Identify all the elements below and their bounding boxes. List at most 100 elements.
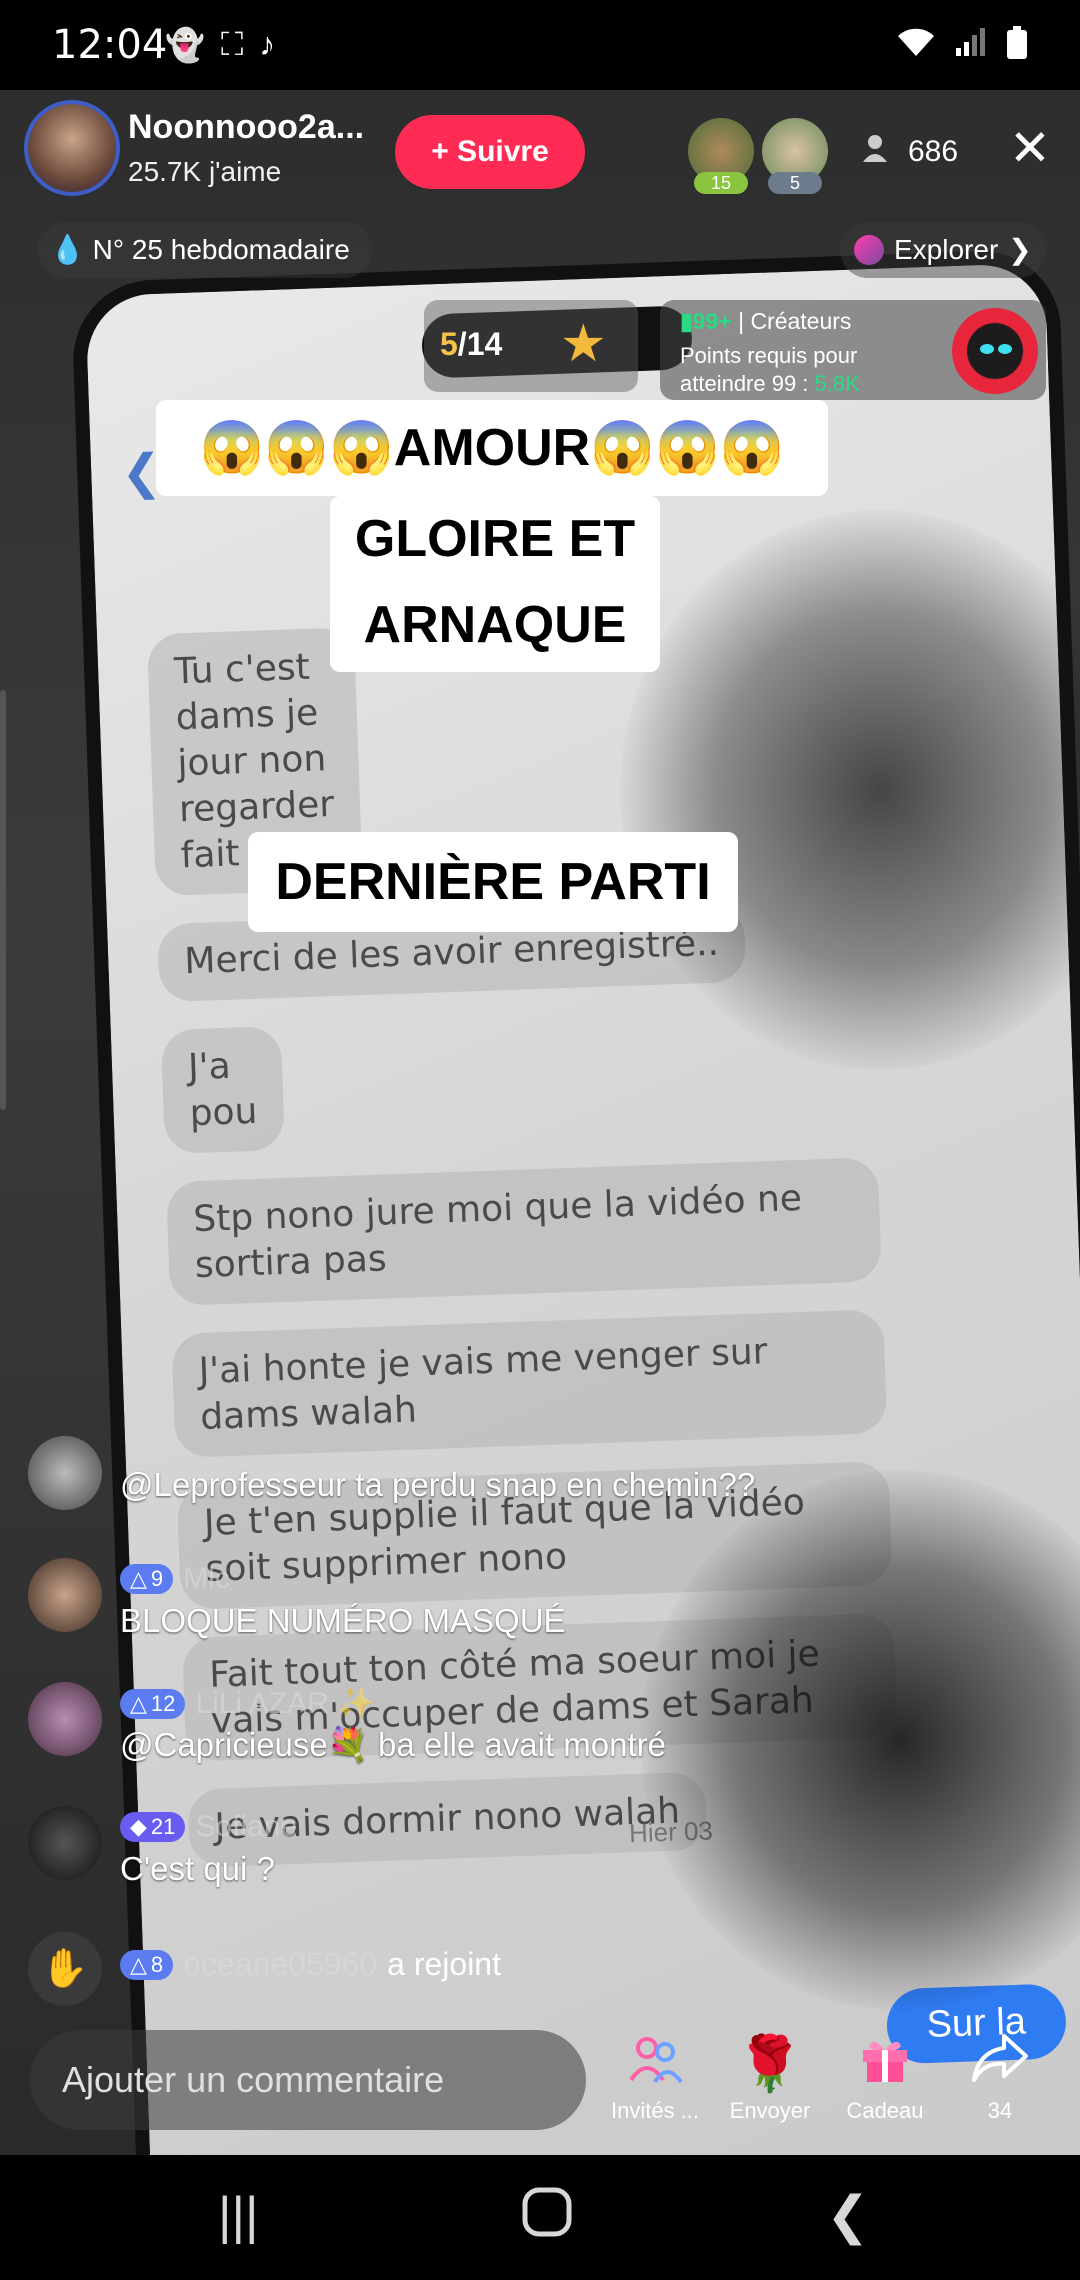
chat-avatar[interactable] <box>28 1436 102 1510</box>
system-nav-bar: ||| ❮ <box>0 2155 1080 2280</box>
chat-username[interactable]: Sofiane <box>195 1810 297 1844</box>
chat-meta: △ 12 LiLi AZAR ✨ <box>120 1686 374 1721</box>
recent-apps-button[interactable]: ||| <box>212 2185 265 2247</box>
avatar-eye <box>980 344 994 354</box>
creators-ranking-card[interactable]: ▮99+ | Créateurs Points requis pour atte… <box>660 300 1046 400</box>
chat-meta: △ 9 Mlc <box>120 1562 230 1596</box>
points-line2: atteindre 99 : <box>680 371 815 396</box>
chat-username[interactable]: LiLi AZAR ✨ <box>195 1686 374 1721</box>
level-value: 9 <box>150 1566 164 1591</box>
diamond-icon: ◆ <box>130 1814 147 1839</box>
phone-message-line: dams je <box>175 692 319 739</box>
status-icons-right <box>896 26 1028 68</box>
rose-icon: 🌹 <box>736 2034 804 2094</box>
avatar-eye <box>998 344 1012 354</box>
back-button[interactable]: ❮ <box>820 2185 876 2247</box>
caption-title: 😱😱😱AMOUR😱😱😱 <box>156 400 828 496</box>
caption-subtitle-line1: GLOIRE ET <box>354 510 636 568</box>
close-button[interactable]: ✕ <box>1003 118 1057 178</box>
send-label: Envoyer <box>729 2098 811 2123</box>
invite-button[interactable]: Invités ... <box>600 2030 710 2124</box>
points-value: 5.8K <box>814 371 860 396</box>
invite-icon <box>600 2030 710 2098</box>
chat-meta: ◆ 21 Sofiane <box>120 1810 297 1844</box>
level-badge: ◆ 21 <box>120 1812 186 1842</box>
screenshot-icon: ⛶ <box>220 26 244 62</box>
signal-icon <box>954 26 988 68</box>
phone-message-line: jour non <box>176 738 327 785</box>
gift-button[interactable]: Cadeau <box>830 2030 940 2124</box>
phone-message-row: J'ai honte je vais me venger sur dams wa… <box>171 1308 916 1486</box>
weekly-rank-pill[interactable]: 💧 N° 25 hebdomadaire <box>38 222 372 278</box>
chat-text: BLOQUE NUMÉRO MASQUÉ <box>120 1602 566 1639</box>
tiktok-icon: ♪ <box>259 26 276 62</box>
explore-label: Explorer <box>894 234 999 265</box>
points-line1: Points requis pour <box>680 343 858 368</box>
phone-message-line: J'a <box>187 1045 232 1089</box>
phone-message-bubble: J'ai honte je vais me venger sur dams wa… <box>171 1309 888 1458</box>
chat-meta: △ 8 oceane05960 a rejoint <box>120 1946 501 1983</box>
share-icon <box>945 2030 1055 2098</box>
share-button[interactable]: 34 <box>945 2030 1055 2124</box>
goal-count: 5/14 <box>440 326 502 363</box>
viewer-badge: 15 <box>694 172 748 194</box>
viewer-avatar[interactable]: 5 <box>762 118 828 194</box>
chat-username[interactable]: oceane05960 <box>183 1946 377 1983</box>
chat-join-text: a rejoint <box>387 1946 501 1982</box>
invite-label: Invités ... <box>610 2098 700 2123</box>
action-bar: Invités ... 🌹 Envoyer Cadeau 34 <box>600 2030 1060 2140</box>
level-value: 21 <box>150 1814 176 1839</box>
level-value: 8 <box>150 1951 164 1977</box>
goal-current: 5 <box>440 326 458 362</box>
diamond-icon: △ <box>130 1690 147 1716</box>
explore-avatar-icon <box>854 235 884 265</box>
phone-message-line: Tu c'est <box>173 646 311 693</box>
host-likes: 25.7K j'aime <box>128 156 282 187</box>
gift-icon <box>830 2030 940 2098</box>
phone-message-line: J'ai honte je vais me venger sur dams wa… <box>197 1331 769 1438</box>
phone-message-line: regarder <box>178 783 335 831</box>
creators-points: Points requis pour atteindre 99 : 5.8K <box>680 342 950 398</box>
diamond-icon: △ <box>130 1566 147 1591</box>
level-badge: △ 8 <box>120 1949 174 1980</box>
creator-avatar[interactable] <box>952 308 1038 394</box>
viewer-count[interactable]: 686 <box>862 134 958 170</box>
caption-subtitle: GLOIRE ET ARNAQUE <box>330 496 660 672</box>
snapchat-icon: 👻 <box>165 27 205 63</box>
comment-input[interactable] <box>30 2030 586 2130</box>
caption-subtitle-line2: ARNAQUE <box>363 596 627 654</box>
creators-title: | Créateurs <box>738 308 852 334</box>
chat-avatar[interactable] <box>28 1682 102 1756</box>
host-name: Noonnooo2a... <box>128 108 365 146</box>
chat-username[interactable]: Mlc <box>183 1562 230 1596</box>
chat-text: C'est qui ? <box>120 1850 275 1887</box>
phone-message-bubble: J'a pou <box>160 1025 285 1155</box>
goal-total: /14 <box>457 326 503 362</box>
gift-label: Cadeau <box>846 2098 924 2123</box>
battery-icon <box>1006 26 1028 68</box>
wave-icon: ✋ <box>28 1932 102 2006</box>
flame-icon: 💧 <box>50 234 85 265</box>
creators-head: ▮99+ | Créateurs <box>680 308 851 335</box>
chat-text: @Capricieuse💐 ba elle avait montré <box>120 1726 666 1763</box>
share-count: 34 <box>987 2098 1013 2123</box>
level-value: 12 <box>150 1690 176 1716</box>
star-icon: ★ <box>560 315 607 373</box>
follow-button[interactable]: + Suivre <box>395 115 585 189</box>
send-rose-button[interactable]: 🌹 Envoyer <box>715 2030 825 2124</box>
explore-pill[interactable]: Explorer ❯ <box>840 222 1046 278</box>
edge-indicator <box>0 690 6 1110</box>
home-button[interactable] <box>515 2185 579 2252</box>
diamond-icon: △ <box>130 1951 147 1977</box>
creators-rank: 99+ <box>692 308 732 334</box>
caption-part: DERNIÈRE PARTI <box>248 832 738 932</box>
bars-icon: ▮ <box>680 308 693 334</box>
viewer-avatar[interactable]: 15 <box>688 118 754 194</box>
chat-avatar[interactable] <box>28 1558 102 1632</box>
goal-card[interactable]: 5/14 ★ <box>424 300 638 392</box>
status-icons-left: 👻 ⛶ ♪ <box>165 26 275 64</box>
host-avatar[interactable] <box>24 100 120 196</box>
chat-avatar[interactable] <box>28 1806 102 1880</box>
viewer-count-value: 686 <box>908 135 959 168</box>
weekly-rank-label: N° 25 hebdomadaire <box>92 234 350 265</box>
